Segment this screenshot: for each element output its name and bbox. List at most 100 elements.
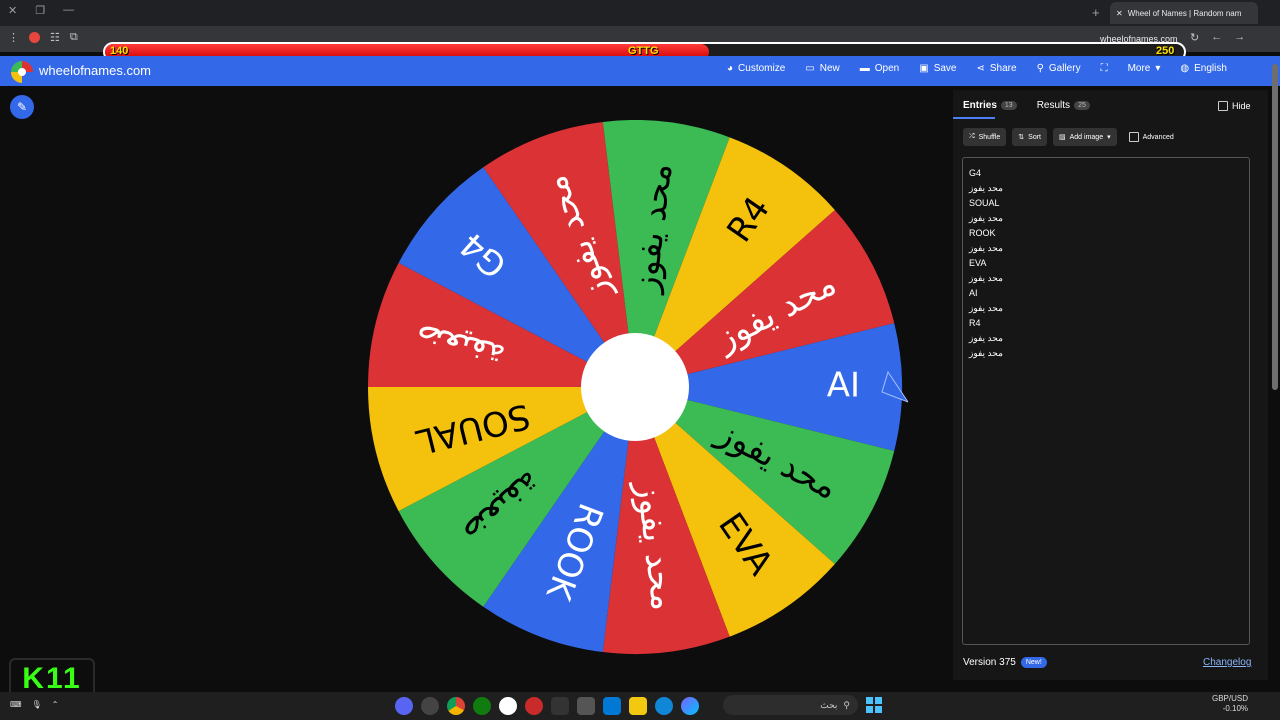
edge-icon[interactable] [655,697,673,715]
close-window-icon[interactable]: ✕ [8,4,17,17]
save-button[interactable]: ▣ Save [919,63,956,74]
shuffle-button[interactable]: ⤮ Shuffle [963,128,1007,146]
search-text: بحث [820,699,838,710]
tab-title: Wheel of Names | Random nam [1127,8,1242,18]
site-name[interactable]: wheelofnames.com [39,63,151,78]
chevron-down-icon: ▾ [1155,63,1161,74]
keyboard-icon[interactable]: ⌨ [10,700,22,709]
system-tray[interactable]: GBP/USD -0.10% [1212,694,1248,714]
chrome-icon[interactable] [447,697,465,715]
copilot-icon[interactable] [681,697,699,715]
reload-icon[interactable]: ↻ [1190,31,1199,44]
share-button[interactable]: ⋖ Share [976,63,1016,74]
entry-line[interactable]: محد يفوز [969,211,1003,226]
xbox-icon[interactable] [473,697,491,715]
more-button[interactable]: More ▾ [1128,63,1161,74]
close-tab-icon[interactable]: ✕ [1116,9,1123,18]
taskbar-left-icons: ⌨ 🎙 ⌃ [10,700,58,709]
tab-entries-label: Entries [963,100,997,111]
entry-line[interactable]: محد يفوز [969,331,1003,346]
wheel-center-button[interactable] [581,333,689,441]
edit-pencil-button[interactable]: ✎ [10,95,34,119]
entry-line[interactable]: محد يفوز [969,241,1003,256]
minimize-window-icon[interactable]: — [63,4,74,17]
page-scrollbar[interactable] [1272,64,1278,390]
app-red-icon[interactable] [525,697,543,715]
taskbar-search[interactable]: بحث ⚲ [723,695,858,715]
app-dark-icon[interactable] [551,697,569,715]
entry-line[interactable]: EVA [969,256,1003,271]
shuffle-icon: ⤮ [969,133,975,140]
entries-toolbar: ⤮ Shuffle ⇅ Sort ▨ Add image ▾ Advanced [963,128,1174,146]
entry-line[interactable]: ROOK [969,226,1003,241]
google-icon[interactable] [499,697,517,715]
share-icon: ⋖ [976,63,985,74]
language-button[interactable]: ◍ English [1180,63,1227,74]
new-button[interactable]: ▭ New [805,63,839,74]
menu-icon[interactable]: ⋮ [8,31,19,44]
entry-line[interactable]: SOUAL [969,196,1003,211]
obs-icon[interactable] [421,697,439,715]
tab-search-icon[interactable]: ⧉ [70,31,78,44]
gallery-button[interactable]: ⚲ Gallery [1037,63,1081,74]
panel-tabs: Entries 13 Results 25 [963,100,1090,111]
advanced-checkbox[interactable] [1128,132,1139,142]
entry-line[interactable]: R4 [969,316,1003,331]
folder-icon[interactable] [629,697,647,715]
new-tab-icon[interactable]: + [1092,5,1100,20]
tray-value: -0.10% [1222,704,1249,713]
restore-window-icon[interactable]: ❐ [35,4,45,17]
entries-textarea[interactable] [962,157,1250,645]
version-info: Version 375 New! [963,657,1047,668]
save-icon: ▣ [919,63,929,74]
tune-icon[interactable]: ☷ [50,31,60,44]
chevron-up-icon[interactable]: ⌃ [52,700,59,709]
add-image-button[interactable]: ▨ Add image ▾ [1053,128,1117,146]
tab-entries[interactable]: Entries 13 [963,100,1017,111]
wheel-segment-label: AI [827,366,860,406]
extension-icon[interactable] [29,32,40,43]
fullscreen-button[interactable]: ⛶ [1101,63,1108,74]
windows-start-icon[interactable] [866,697,882,713]
hide-toggle[interactable]: Hide [1218,101,1251,111]
image-icon: ▨ [1059,134,1066,141]
entries-list[interactable]: G4 محد يفوز SOUAL محد يفوز ROOK محد يفوز EVA مح… [969,166,1003,361]
customize-button[interactable]: ◕ Customize [727,63,785,74]
tab-results-count: 25 [1074,101,1090,110]
back-icon[interactable]: ← [1211,31,1222,44]
wheel-of-names[interactable]: AIمحد يفوزEVAمحد يفوزROOKضعيفةSOUALضعيفة… [368,120,908,660]
entry-line[interactable]: AI [969,286,1003,301]
tab-results[interactable]: Results 25 [1037,100,1090,111]
pencil-icon: ✎ [16,100,28,114]
entry-line[interactable]: محد يفوز [969,271,1003,286]
taskbar-apps [395,697,699,715]
advanced-label: Advanced [1142,133,1174,141]
tray-currency: GBP/USD [1212,694,1249,703]
open-button[interactable]: ▬ Open [860,63,899,74]
browser-tab[interactable]: ✕ Wheel of Names | Random nam [1110,2,1258,24]
entry-line[interactable]: محد يفوز [969,346,1003,361]
browser-titlebar [0,0,1280,26]
entry-line[interactable]: G4 [969,166,1003,181]
entry-line[interactable]: محد يفوز [969,301,1003,316]
discord-icon[interactable] [395,697,413,715]
tab-entries-count: 13 [1000,101,1017,110]
advanced-toggle[interactable]: Advanced [1128,128,1174,146]
hide-checkbox[interactable] [1218,101,1228,111]
sort-button[interactable]: ⇅ Sort [1012,128,1047,146]
app-gray-icon[interactable] [577,697,595,715]
window-controls[interactable]: ✕ ❐ — [8,4,74,17]
new-badge: New! [1020,657,1047,668]
fullscreen-icon: ⛶ [1100,63,1108,74]
file-icon: ▭ [805,63,815,74]
palette-icon: ◕ [727,63,734,74]
entry-line[interactable]: محد يفوز [969,181,1003,196]
outlook-icon[interactable] [603,697,621,715]
globe-icon: ◍ [1180,63,1190,74]
changelog-link[interactable]: Changelog [1203,657,1251,668]
browser-nav-right: ↻ ← → [1190,31,1245,44]
forward-icon[interactable]: → [1234,31,1245,44]
site-logo-icon[interactable] [11,61,33,83]
microphone-icon[interactable]: 🎙 [32,700,42,709]
tab-results-label: Results [1036,100,1071,111]
